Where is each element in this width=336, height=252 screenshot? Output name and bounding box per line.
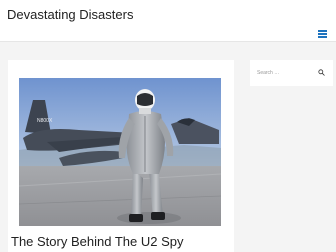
site-title[interactable]: Devastating Disasters [7, 7, 133, 22]
plane-marking: N800X [37, 118, 53, 124]
site-header: Devastating Disasters [0, 0, 336, 42]
article-card: N800X [8, 60, 234, 252]
hamburger-menu-icon[interactable] [318, 30, 327, 38]
featured-image[interactable]: N800X [19, 78, 221, 226]
sidebar-search-widget [250, 60, 333, 86]
post-title[interactable]: The Story Behind The U2 Spy [11, 234, 226, 249]
u2-plane-photo: N800X [19, 78, 221, 226]
search-icon[interactable] [318, 69, 325, 76]
